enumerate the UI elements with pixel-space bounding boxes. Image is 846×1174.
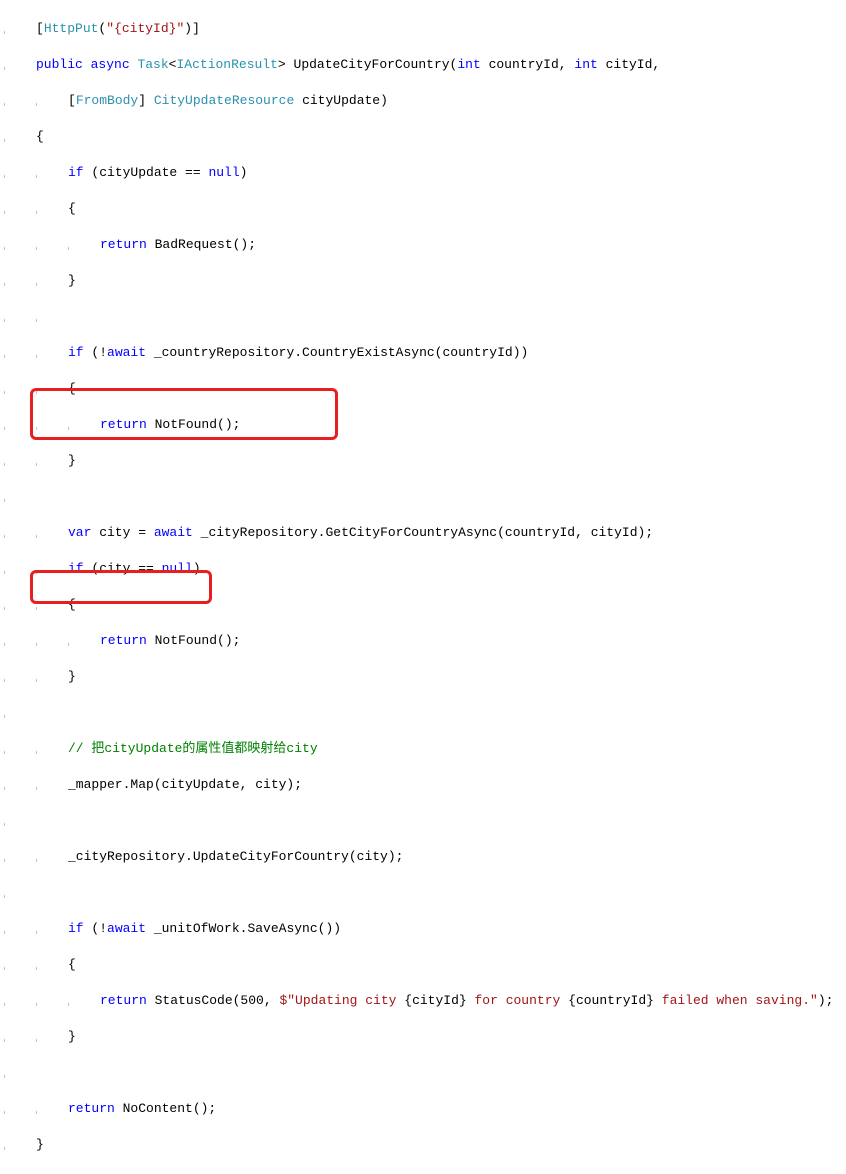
interp-expr1: cityId bbox=[412, 993, 459, 1008]
brace-close-3: } bbox=[68, 669, 76, 684]
interp-b2o: { bbox=[568, 993, 576, 1008]
interp-b1c: } bbox=[459, 993, 467, 1008]
kw-return-2: return bbox=[100, 417, 147, 432]
interp-text3: failed when saving. bbox=[654, 993, 810, 1008]
kw-null-2: null bbox=[162, 561, 193, 576]
type-task: Task bbox=[137, 57, 168, 72]
cond-4a: (! bbox=[84, 921, 107, 936]
brace-close-method: } bbox=[36, 1137, 44, 1152]
cond-1a: (cityUpdate == bbox=[84, 165, 209, 180]
call-notfound-1: NotFound(); bbox=[147, 417, 241, 432]
comment-mapper: // 把cityUpdate的属性值都映射给city bbox=[68, 741, 318, 756]
brace-close-1: } bbox=[68, 273, 76, 288]
type-iactionresult: IActionResult bbox=[176, 57, 277, 72]
brace-open-1: { bbox=[68, 201, 76, 216]
interp-start: $" bbox=[279, 993, 295, 1008]
kw-return-3: return bbox=[100, 633, 147, 648]
interp-expr2: countryId bbox=[576, 993, 646, 1008]
interp-end: " bbox=[810, 993, 818, 1008]
call-nocontent: NoContent(); bbox=[115, 1101, 216, 1116]
city-decl-2: _cityRepository.GetCityForCountryAsync(c… bbox=[193, 525, 653, 540]
type-cityupdateresource: CityUpdateResource bbox=[154, 93, 294, 108]
attr-open: [ bbox=[36, 21, 44, 36]
call-mapper-map: _mapper.Map(cityUpdate, city); bbox=[68, 777, 302, 792]
attr-httpput: HttpPut bbox=[44, 21, 99, 36]
kw-int1: int bbox=[457, 57, 480, 72]
cond-3a: (city == bbox=[84, 561, 162, 576]
kw-await-1: await bbox=[107, 345, 146, 360]
frombody-open: [ bbox=[68, 93, 76, 108]
kw-async: async bbox=[91, 57, 130, 72]
brace-open-method: { bbox=[36, 129, 44, 144]
brace-open-4: { bbox=[68, 957, 76, 972]
param-cityupdate: cityUpdate) bbox=[294, 93, 388, 108]
attr-frombody: FromBody bbox=[76, 93, 138, 108]
attr-route-str: "{cityId}" bbox=[106, 21, 184, 36]
brace-open-2: { bbox=[68, 381, 76, 396]
param-countryid: countryId, bbox=[481, 57, 575, 72]
interp-text1: Updating city bbox=[295, 993, 404, 1008]
cond-1b: ) bbox=[240, 165, 248, 180]
call-statuscode-a: StatusCode(500, bbox=[147, 993, 280, 1008]
call-statuscode-b: ); bbox=[818, 993, 834, 1008]
kw-var: var bbox=[68, 525, 91, 540]
cond-4b: _unitOfWork.SaveAsync()) bbox=[146, 921, 341, 936]
kw-await-2: await bbox=[154, 525, 193, 540]
call-notfound-2: NotFound(); bbox=[147, 633, 241, 648]
method-name: UpdateCityForCountry( bbox=[286, 57, 458, 72]
kw-public: public bbox=[36, 57, 83, 72]
attr-paren-close: ) bbox=[184, 21, 192, 36]
kw-return-4: return bbox=[100, 993, 147, 1008]
cond-2b: _countryRepository.CountryExistAsync(cou… bbox=[146, 345, 528, 360]
kw-if-1: if bbox=[68, 165, 84, 180]
frombody-close: ] bbox=[138, 93, 154, 108]
kw-int2: int bbox=[574, 57, 597, 72]
kw-return-1: return bbox=[100, 237, 147, 252]
kw-if-3: if bbox=[68, 561, 84, 576]
param-cityid: cityId, bbox=[598, 57, 660, 72]
interp-b2c: } bbox=[646, 993, 654, 1008]
kw-return-5: return bbox=[68, 1101, 115, 1116]
interp-b1o: { bbox=[404, 993, 412, 1008]
attr-close: ] bbox=[192, 21, 200, 36]
call-update-city: _cityRepository.UpdateCityForCountry(cit… bbox=[68, 849, 403, 864]
city-decl-1: city = bbox=[91, 525, 153, 540]
cond-3b: ) bbox=[193, 561, 201, 576]
kw-await-3: await bbox=[107, 921, 146, 936]
brace-close-4: } bbox=[68, 1029, 76, 1044]
kw-null-1: null bbox=[208, 165, 239, 180]
kw-if-4: if bbox=[68, 921, 84, 936]
interp-text2: for country bbox=[467, 993, 568, 1008]
kw-if-2: if bbox=[68, 345, 84, 360]
brace-close-2: } bbox=[68, 453, 76, 468]
cond-2a: (! bbox=[84, 345, 107, 360]
generic-close: > bbox=[278, 57, 286, 72]
call-badrequest: BadRequest(); bbox=[147, 237, 256, 252]
brace-open-3: { bbox=[68, 597, 76, 612]
code-block: [HttpPut("{cityId}")] public async Task<… bbox=[0, 0, 846, 1174]
